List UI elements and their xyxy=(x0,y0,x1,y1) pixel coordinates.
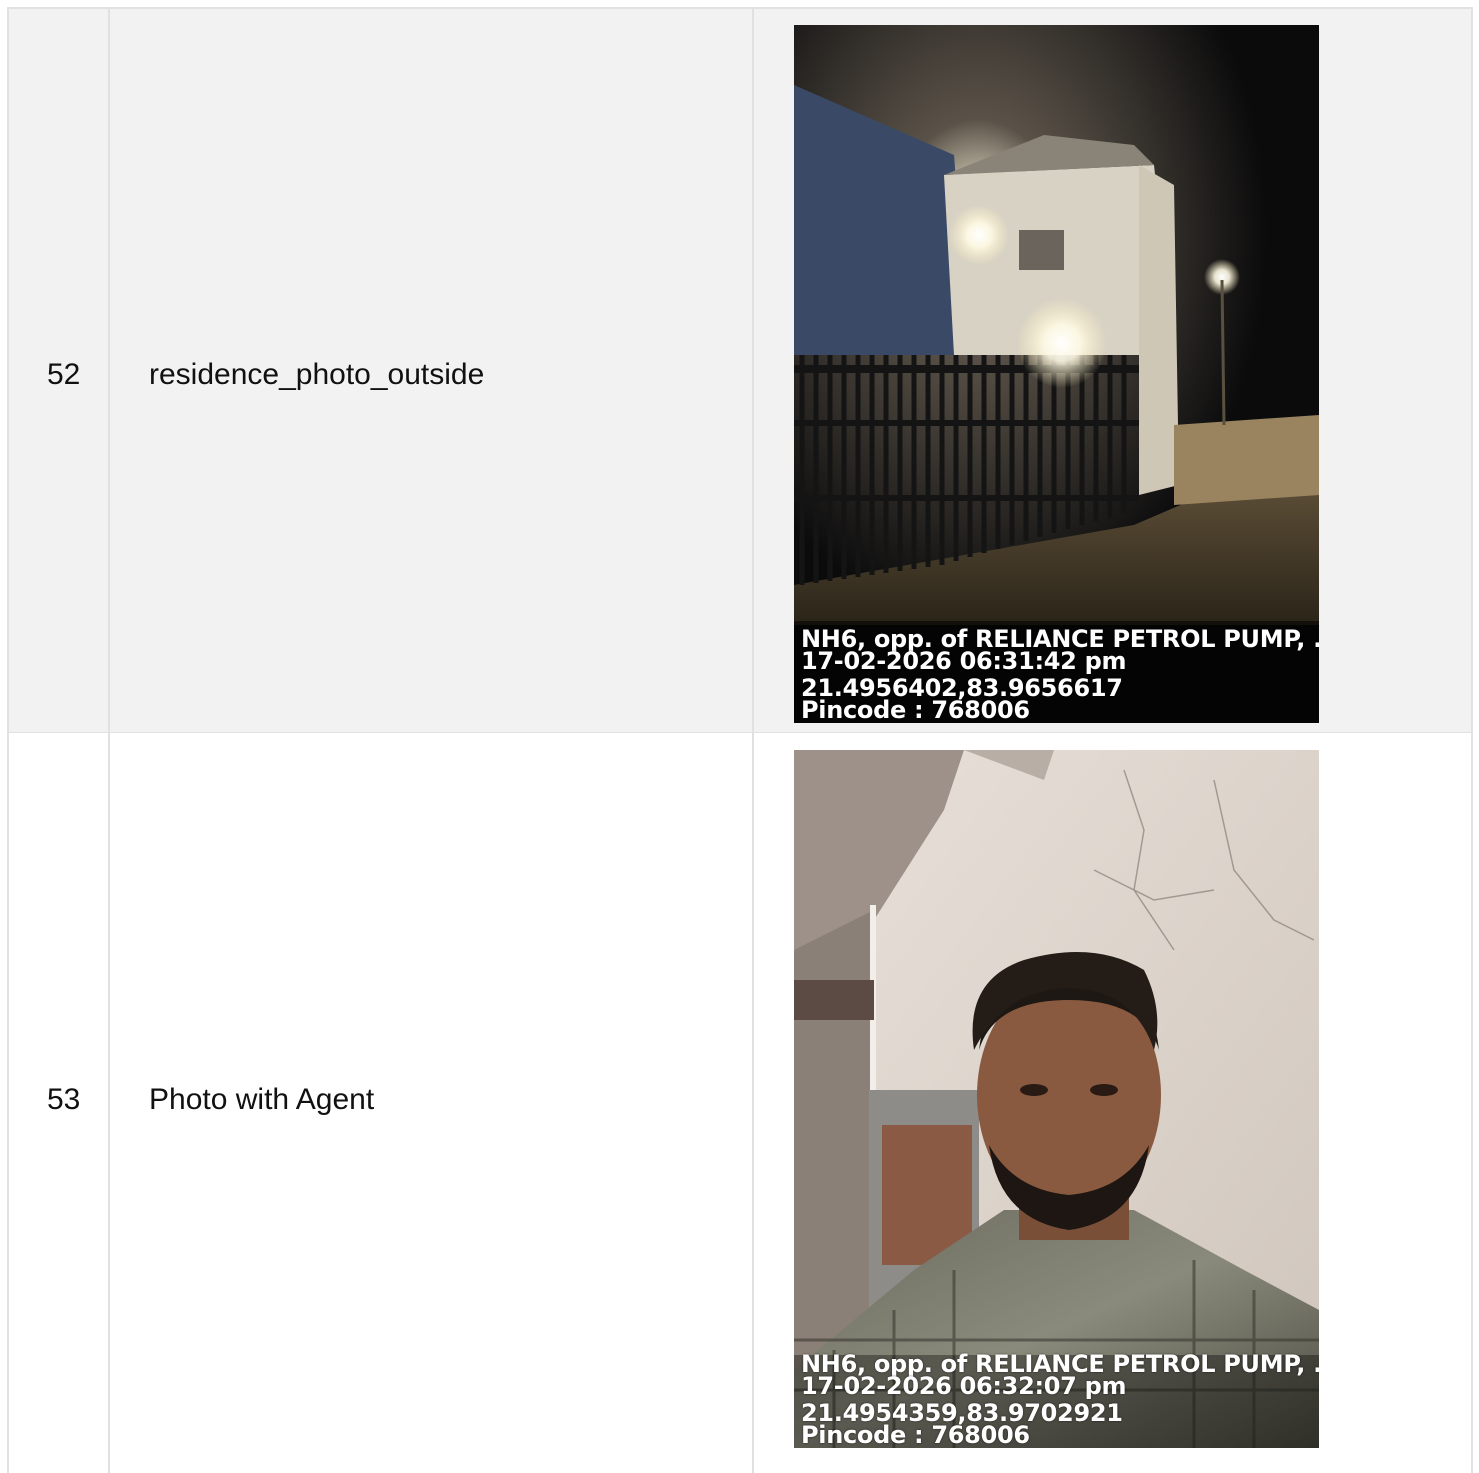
row-number: 53 xyxy=(47,1083,81,1116)
row-number: 52 xyxy=(47,358,81,391)
photo-datetime: 17-02-2026 06:32:07 pm xyxy=(801,1372,1127,1400)
agent-photo[interactable]: NH6, opp. of RELIANCE PETROL PUMP, ... 1… xyxy=(794,750,1319,1448)
row-label: Photo with Agent xyxy=(149,1083,375,1116)
row-label: residence_photo_outside xyxy=(149,358,485,391)
agent-selfie-photo-icon xyxy=(794,750,1319,1448)
photo-caption: NH6, opp. of RELIANCE PETROL PUMP, ... 1… xyxy=(801,627,1319,723)
photo-datetime: 17-02-2026 06:31:42 pm xyxy=(801,647,1127,675)
residence-photo[interactable]: NH6, opp. of RELIANCE PETROL PUMP, ... 1… xyxy=(794,25,1319,723)
photo-caption: NH6, opp. of RELIANCE PETROL PUMP, ... 1… xyxy=(801,1352,1319,1448)
night-residence-photo-icon xyxy=(794,25,1319,723)
photo-pincode: Pincode : 768006 xyxy=(801,696,1030,723)
photo-pincode: Pincode : 768006 xyxy=(801,1421,1030,1448)
